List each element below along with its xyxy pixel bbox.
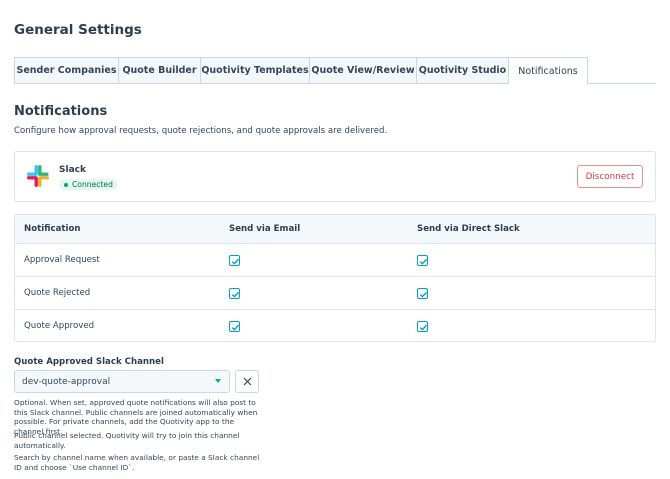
header-send-via-email: Send via Email: [229, 224, 301, 234]
notifications-table: Notification Send via Email Send via Dir…: [14, 214, 656, 342]
channel-status-text: Public channel selected. Quotivity will …: [14, 431, 240, 450]
tab-quote-builder[interactable]: Quote Builder: [118, 57, 201, 84]
notification-name: Approval Request: [24, 255, 100, 265]
checkmark-icon: [419, 324, 428, 331]
notification-name: Quote Approved: [24, 321, 95, 331]
email-checkbox[interactable]: [229, 254, 240, 266]
slack-checkbox[interactable]: [417, 287, 428, 299]
notification-name: Quote Rejected: [24, 288, 91, 298]
status-badge: Connected: [59, 179, 118, 190]
channel-select-value: dev-quote-approval: [22, 376, 111, 387]
tab-sender-companies[interactable]: Sender Companies: [14, 57, 119, 84]
checkmark-icon: [419, 258, 428, 265]
table-row: Quote Approved: [15, 310, 655, 341]
table-row: Quote Rejected: [15, 277, 655, 310]
section-title: Notifications: [14, 104, 108, 119]
tab-quotivity-templates[interactable]: Quotivity Templates: [200, 57, 310, 84]
disconnect-button[interactable]: Disconnect: [577, 165, 643, 188]
page-title: General Settings: [14, 22, 142, 38]
section-description: Configure how approval requests, quote r…: [14, 126, 388, 136]
checkmark-icon: [231, 324, 240, 331]
tab-notifications[interactable]: Notifications: [508, 57, 588, 85]
channel-label: Quote Approved Slack Channel: [14, 357, 164, 367]
slack-checkbox[interactable]: [417, 320, 428, 332]
header-notification: Notification: [24, 224, 81, 234]
checkmark-icon: [231, 258, 240, 265]
channel-search-hint: Search by channel name when available, o…: [14, 453, 260, 472]
status-badge-label: Connected: [72, 180, 113, 189]
clear-channel-button[interactable]: [235, 370, 259, 393]
tab-quote-view-review[interactable]: Quote View/Review: [309, 57, 417, 84]
channel-select[interactable]: dev-quote-approval: [14, 370, 230, 393]
email-checkbox[interactable]: [229, 320, 240, 332]
table-header-row: Notification Send via Email Send via Dir…: [15, 215, 655, 244]
checkmark-icon: [231, 291, 240, 298]
slack-name: Slack: [59, 165, 86, 175]
tab-quotivity-studio[interactable]: Quotivity Studio: [416, 57, 509, 84]
close-icon: [243, 377, 251, 386]
slack-integration-card: Slack Connected Disconnect: [14, 151, 656, 202]
email-checkbox[interactable]: [229, 287, 240, 299]
status-dot-icon: [64, 182, 68, 187]
slack-checkbox[interactable]: [417, 254, 428, 266]
header-send-via-slack: Send via Direct Slack: [417, 224, 520, 234]
slack-logo-icon: [27, 165, 49, 187]
settings-tabs: Sender Companies Quote Builder Quotivity…: [14, 57, 656, 85]
chevron-down-icon: [215, 379, 221, 383]
table-row: Approval Request: [15, 244, 655, 277]
checkmark-icon: [419, 291, 428, 298]
